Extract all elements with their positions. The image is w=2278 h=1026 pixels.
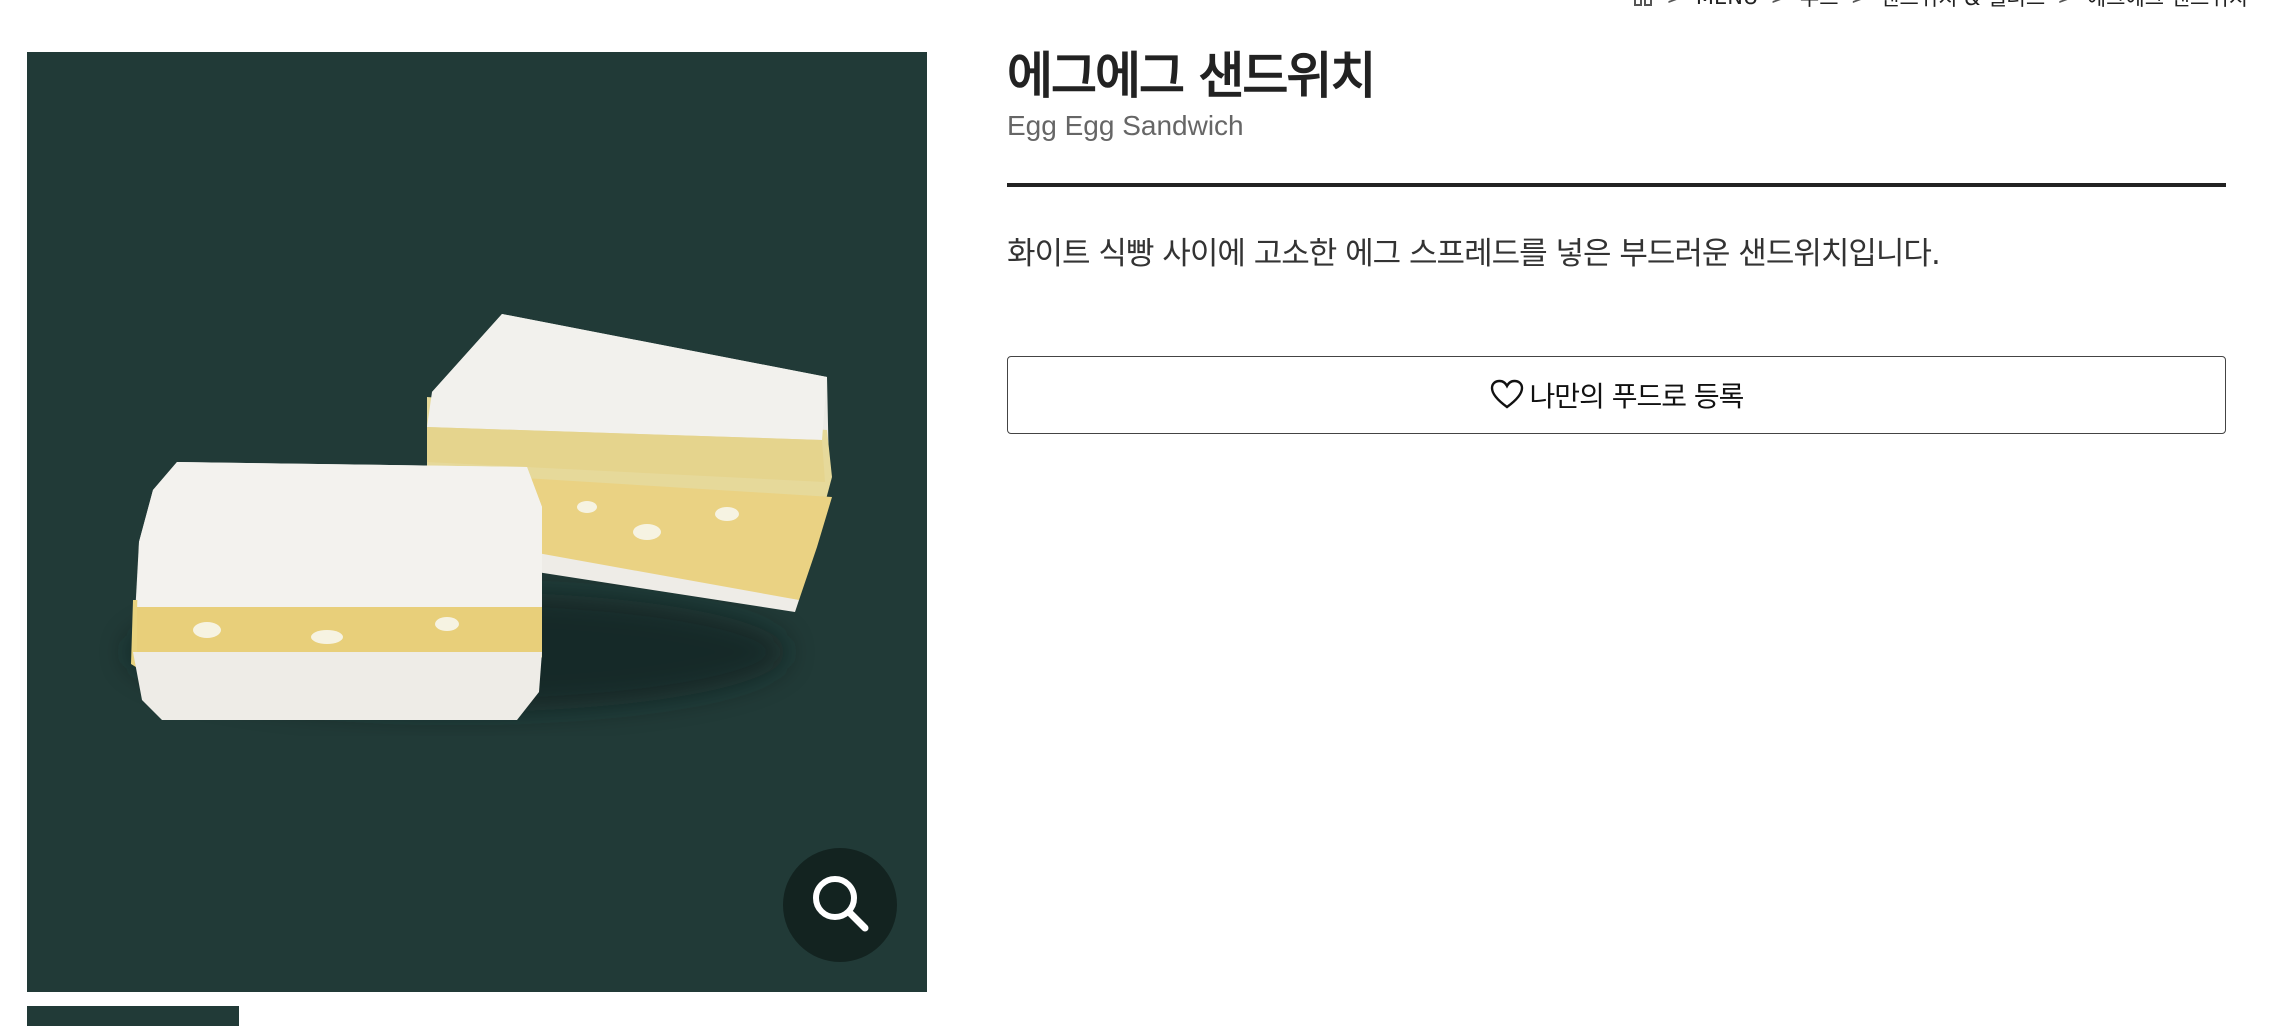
- breadcrumb-item-menu[interactable]: MENU: [1696, 0, 1758, 9]
- zoom-button[interactable]: [783, 848, 897, 962]
- breadcrumb-separator: >: [2057, 0, 2075, 9]
- product-image[interactable]: [27, 52, 927, 992]
- heart-outline-icon: [1490, 379, 1524, 411]
- breadcrumb-item-category[interactable]: 샌드위치 & 샐러드: [1880, 0, 2045, 10]
- breadcrumb-separator: >: [1851, 0, 1869, 9]
- breadcrumb: > MENU > 푸드 > 샌드위치 & 샐러드 > 에그에그 샌드위치: [1632, 0, 2248, 10]
- magnifier-icon: [807, 870, 873, 940]
- register-my-food-button[interactable]: 나만의 푸드로 등록: [1007, 356, 2226, 434]
- product-title: 에그에그 샌드위치: [1007, 47, 1376, 105]
- breadcrumb-item-food[interactable]: 푸드: [1800, 0, 1839, 10]
- breadcrumb-item-current[interactable]: 에그에그 샌드위치: [2087, 0, 2248, 10]
- product-subtitle: Egg Egg Sandwich: [1007, 110, 1244, 141]
- breadcrumb-separator: >: [1666, 0, 1684, 9]
- breadcrumb-separator: >: [1770, 0, 1788, 9]
- home-icon[interactable]: [1632, 0, 1654, 8]
- title-divider: [1007, 183, 2226, 187]
- register-button-label: 나만의 푸드로 등록: [1529, 380, 1745, 413]
- product-description: 화이트 식빵 사이에 고소한 에그 스프레드를 넣은 부드러운 샌드위치입니다.: [1007, 236, 1941, 272]
- thumbnail-strip[interactable]: [27, 1006, 239, 1026]
- sandwich-illustration: [127, 314, 832, 720]
